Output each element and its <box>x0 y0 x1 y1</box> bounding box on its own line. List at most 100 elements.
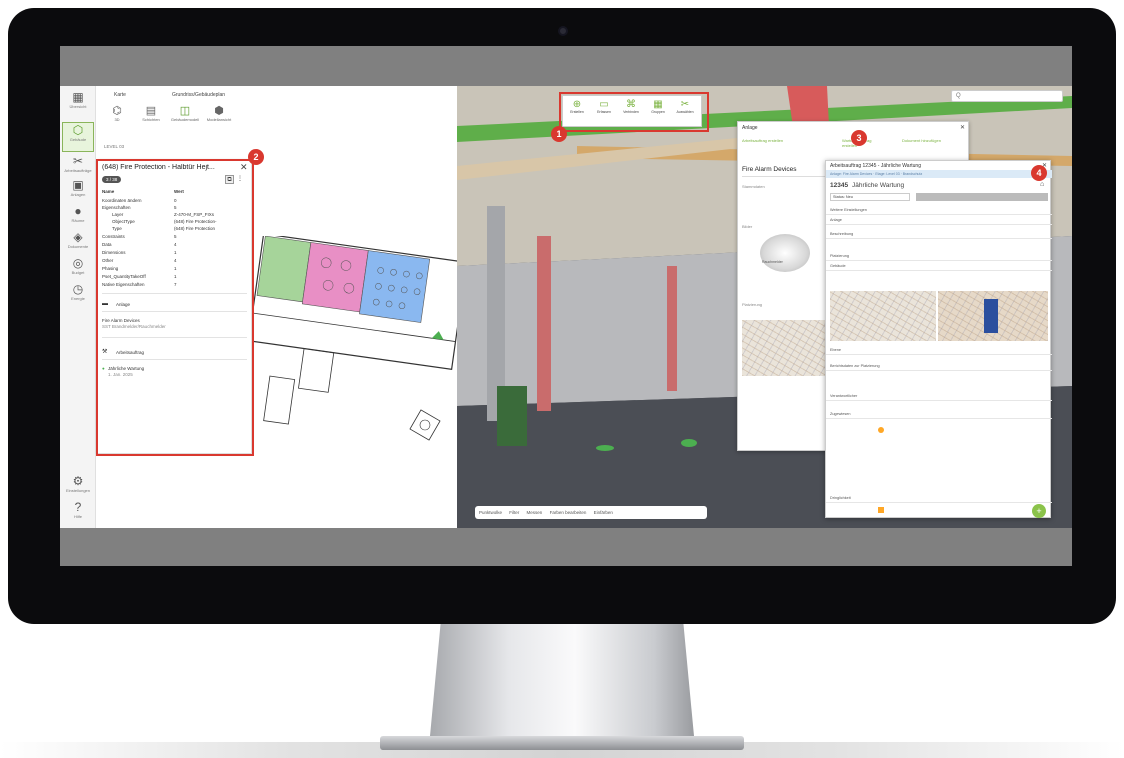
zone-blue <box>359 250 431 323</box>
workorder-row[interactable]: Anlage <box>826 217 1052 225</box>
rail-overview[interactable]: ▦ Übersicht <box>62 90 94 120</box>
workorder-row[interactable]: Gebäude <box>826 263 1052 271</box>
budget-icon: ◎ <box>72 256 84 270</box>
workorder-panel: Arbeitsauftrag 12345 - Jährliche Wartung… <box>825 160 1052 518</box>
mode-3d[interactable]: ⌬ 3D <box>100 104 134 122</box>
search-input[interactable]: Q <box>951 90 1063 102</box>
location-map[interactable] <box>742 320 828 376</box>
mode-model-view[interactable]: ⬢ Modellansicht <box>202 104 236 122</box>
mode-switcher: ⌬ 3D ▤ Schichten ◫ Gebäudemodell ⬢ Modellans… <box>100 104 244 134</box>
mode-building-model[interactable]: ◫ Gebäudemodell <box>168 104 202 122</box>
mode-layers[interactable]: ▤ Schichten <box>134 104 168 122</box>
smoke-detector-image <box>760 234 810 272</box>
rail-label: Einstellungen <box>65 488 91 493</box>
layers-icon: ▤ <box>145 105 157 117</box>
plant <box>497 386 527 446</box>
rail-label: Gebäude <box>69 137 87 142</box>
annotation-badge: 2 <box>248 149 264 165</box>
workorder-row[interactable]: Beschreibung <box>826 231 1052 239</box>
add-button[interactable]: + <box>1032 504 1046 518</box>
edit-colors-button[interactable]: Farben bearbeiten <box>550 510 587 515</box>
add-document-action[interactable]: Dokument hinzufügen <box>902 138 942 143</box>
asset-panel-title: Anlage <box>742 125 758 131</box>
annotation-box-1 <box>559 92 709 132</box>
section-location: Platzierung <box>742 302 763 307</box>
workorder-row[interactable]: Platzierung <box>826 253 1052 261</box>
floor-plan[interactable] <box>242 236 457 506</box>
pointcloud-button[interactable]: Punktwolke <box>479 510 502 515</box>
rail-energy[interactable]: ◷ Energie <box>62 282 94 312</box>
tab-map[interactable]: Karte <box>114 92 126 98</box>
mode-label: Gebäudemodell <box>170 117 200 122</box>
rail-label: Räume <box>71 218 85 223</box>
help-icon: ? <box>74 500 82 514</box>
workorder-subheader: Anlage: Fire Alarm Devices · Etage: Leve… <box>826 170 1052 178</box>
rail-label: Anlagen <box>70 192 86 197</box>
workorder-title: Jährliche Wartung <box>852 182 905 189</box>
energy-icon: ◷ <box>72 282 84 296</box>
green-marker <box>681 439 697 447</box>
view-tabs: Karte Grundriss/Gebäudeplan <box>100 86 460 104</box>
zone-green <box>256 236 312 303</box>
cube-icon: ⌬ <box>112 105 122 117</box>
annotation-box-2 <box>96 159 254 456</box>
app-window: ▦ Übersicht ⬡ Gebäude ✂ Arbeitsaufträge ▣ An… <box>60 86 1072 528</box>
location-map[interactable] <box>830 291 936 341</box>
rail-label: Budget <box>71 270 85 275</box>
mode-label: Schichten <box>142 117 160 122</box>
nav-rail: ▦ Übersicht ⬡ Gebäude ✂ Arbeitsaufträge ▣ An… <box>60 86 96 528</box>
device-label: Rauchmelder <box>762 260 783 264</box>
tools-icon: ✂ <box>72 154 84 168</box>
status-select[interactable]: Status: Neu <box>830 193 910 201</box>
close-icon[interactable]: ✕ <box>960 124 965 131</box>
workorder-row[interactable]: Dringlichkeit <box>826 495 1052 503</box>
annotation-badge: 4 <box>1031 165 1047 181</box>
status-value: Neu <box>845 195 853 199</box>
model-icon: ⬢ <box>214 105 224 117</box>
settings-icon: ⚙ <box>72 474 84 488</box>
home-icon[interactable]: ⌂ <box>1040 181 1044 188</box>
mode-label: Modellansicht <box>206 117 232 122</box>
avatar <box>878 427 884 433</box>
workorder-row[interactable]: Berichtsdaten zur Platzierung <box>826 363 1052 371</box>
rail-buildings[interactable]: ⬡ Gebäude <box>62 122 94 152</box>
3d-viewport[interactable]: ⊕ Erstellen ▭ Erfassen ⌘ Verbinden ▦ Gruppen… <box>457 86 1072 528</box>
building-icon: ⬡ <box>72 123 84 137</box>
rail-label: Übersicht <box>69 104 87 109</box>
filter-button[interactable]: Filter <box>509 510 519 515</box>
grid-icon: ▦ <box>72 90 84 104</box>
camera-icon <box>558 26 568 36</box>
monitor-screen: ▦ Übersicht ⬡ Gebäude ✂ Arbeitsaufträge ▣ An… <box>60 46 1072 566</box>
workorder-row[interactable]: Verantwortlicher <box>826 393 1052 401</box>
section-details: Stammdaten <box>742 184 765 189</box>
documents-icon: ◈ <box>73 230 83 244</box>
workorder-id: 12345 <box>830 182 849 189</box>
rail-help[interactable]: ? Hilfe <box>62 500 94 530</box>
red-column <box>537 236 551 411</box>
priority-badge <box>878 507 884 513</box>
3d-bottom-toolbar: Punktwolke Filter Messen Farben bearbeit… <box>475 506 707 519</box>
level-label: LEVEL 03 <box>104 144 125 149</box>
tab-floorplan[interactable]: Grundriss/Gebäudeplan <box>172 92 225 98</box>
workflow-steps[interactable] <box>916 193 1048 201</box>
rail-label: Dokumente <box>67 244 89 249</box>
colorize-button[interactable]: Einfärben <box>594 510 613 515</box>
mode-label: 3D <box>114 117 120 122</box>
status-label: Status <box>833 195 844 199</box>
annotation-badge: 3 <box>851 130 867 146</box>
annotation-badge: 1 <box>551 126 567 142</box>
zone-pink <box>301 242 369 313</box>
split-view-icon: ◫ <box>179 105 191 117</box>
rail-label: Arbeitsaufträge <box>64 168 92 173</box>
monitor-stand-base <box>380 736 744 750</box>
workorder-row[interactable]: Zugewiesen <box>826 411 1052 419</box>
create-workorder-action[interactable]: Arbeitsauftrag erstellen <box>742 138 790 143</box>
workorder-row[interactable]: Weitere Einstellungen <box>826 207 1052 215</box>
room-highlight <box>984 299 998 333</box>
assets-icon: ▣ <box>72 178 84 192</box>
measure-button[interactable]: Messen <box>527 510 543 515</box>
workorder-row[interactable]: Ebene <box>826 347 1052 355</box>
workorder-header: Arbeitsauftrag 12345 - Jährliche Wartung <box>830 163 921 169</box>
monitor-stand <box>430 624 694 736</box>
rooms-icon: ● <box>74 204 82 218</box>
